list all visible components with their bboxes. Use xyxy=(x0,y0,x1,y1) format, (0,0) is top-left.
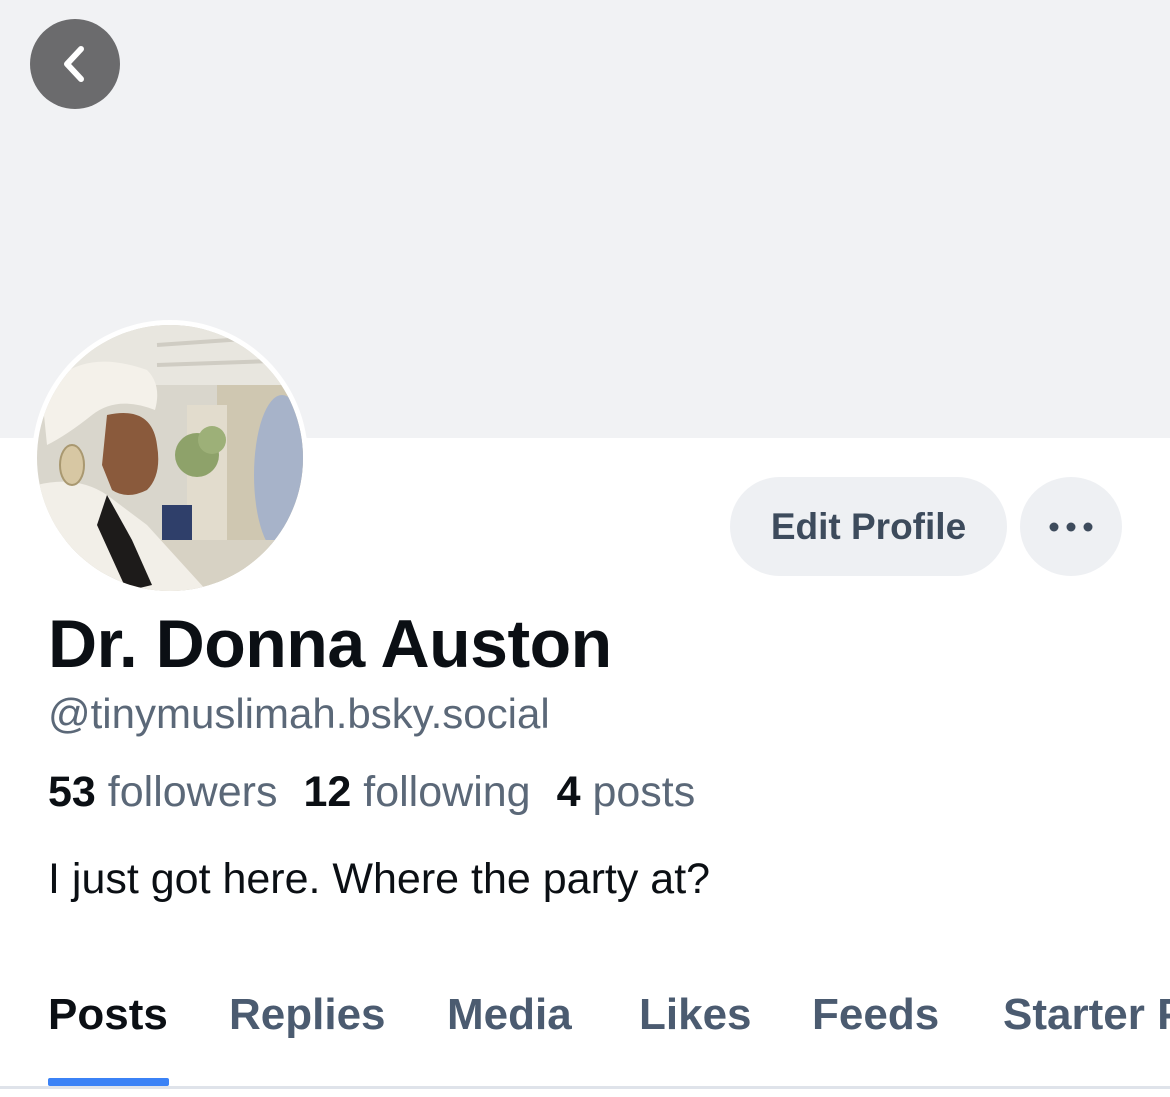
profile-bio: I just got here. Where the party at? xyxy=(48,855,711,903)
followers-label: followers xyxy=(107,768,278,816)
tab-feeds[interactable]: Feeds xyxy=(812,990,939,1040)
active-tab-indicator xyxy=(48,1078,169,1086)
edit-profile-button[interactable]: Edit Profile xyxy=(730,477,1007,576)
tab-starter-packs[interactable]: Starter Packs xyxy=(1003,990,1170,1040)
posts-label: posts xyxy=(592,768,696,816)
followers-count: 53 xyxy=(48,768,96,816)
tab-posts[interactable]: Posts xyxy=(48,990,168,1040)
tabs-divider xyxy=(0,1086,1170,1089)
handle: @tinymuslimah.bsky.social xyxy=(48,690,550,737)
profile-tabs: Posts Replies Media Likes Feeds Starter … xyxy=(0,990,1170,1097)
chevron-left-icon xyxy=(64,46,84,82)
avatar[interactable] xyxy=(32,320,308,596)
back-button[interactable] xyxy=(30,19,120,109)
following-label: following xyxy=(363,768,531,816)
more-options-button[interactable] xyxy=(1020,477,1122,576)
following-stat[interactable]: 12 following xyxy=(303,768,530,817)
display-name: Dr. Donna Auston xyxy=(48,606,612,682)
tab-replies[interactable]: Replies xyxy=(229,990,386,1040)
tab-media[interactable]: Media xyxy=(447,990,572,1040)
following-count: 12 xyxy=(303,768,352,816)
followers-stat[interactable]: 53 followers xyxy=(48,768,277,817)
tab-likes[interactable]: Likes xyxy=(639,990,752,1040)
profile-stats: 53 followers 12 following 4 posts xyxy=(48,768,721,817)
posts-count: 4 xyxy=(556,768,581,816)
avatar-image xyxy=(37,325,303,591)
posts-stat: 4 posts xyxy=(557,768,696,817)
more-horizontal-icon xyxy=(1049,522,1093,531)
